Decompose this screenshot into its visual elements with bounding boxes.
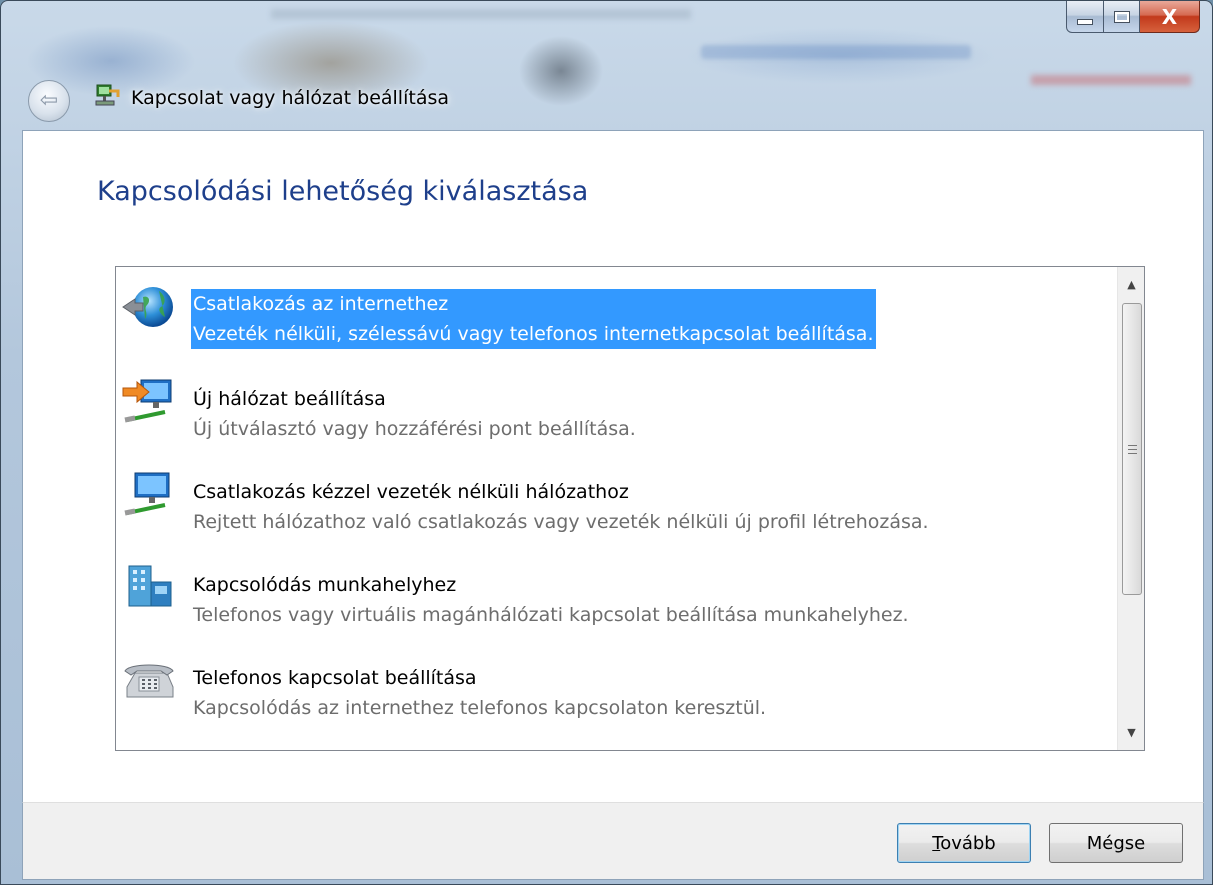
maximize-icon [1113, 10, 1130, 23]
option-title: Új hálózat beállítása [193, 388, 386, 410]
cancel-button-label: Mégse [1086, 832, 1146, 854]
option-manual-wireless[interactable]: Csatlakozás kézzel vezeték nélküli hálóz… [116, 455, 1106, 533]
cancel-button[interactable]: Mégse [1049, 823, 1183, 863]
scroll-down-button[interactable]: ▼ [1118, 719, 1144, 746]
dialog-footer: Tovább Mégse [22, 802, 1204, 880]
minimize-button[interactable] [1066, 1, 1104, 33]
option-connect-internet[interactable]: Csatlakozás az internethez Vezeték nélkü… [116, 267, 1106, 349]
close-button[interactable]: X [1140, 1, 1200, 33]
next-button[interactable]: Tovább [897, 823, 1031, 863]
option-dialup[interactable]: Telefonos kapcsolat beállítása Kapcsolód… [116, 641, 1106, 719]
scrollbar-thumb[interactable] [1122, 303, 1142, 595]
back-arrow-icon: ⇦ [39, 88, 59, 113]
option-description: Telefonos vagy virtuális magánhálózati k… [193, 604, 909, 626]
option-description: Vezeték nélküli, szélessávú vagy telefon… [191, 319, 876, 349]
background-blur [701, 45, 971, 59]
minimize-icon [1077, 18, 1093, 25]
scroll-up-button[interactable]: ▲ [1118, 271, 1144, 298]
globe-icon [122, 287, 173, 327]
wireless-network-icon [124, 472, 170, 516]
option-description: Kapcsolódás az internethez telefonos kap… [193, 697, 767, 719]
next-button-label: Tovább [932, 832, 996, 854]
option-new-network[interactable]: Új hálózat beállítása Új útválasztó vagy… [116, 362, 1106, 440]
workplace-building-icon [128, 565, 172, 607]
option-description: Új útválasztó vagy hozzáférési pont beál… [193, 418, 636, 440]
background-blur [271, 9, 691, 19]
vertical-scrollbar[interactable]: ▲ ▼ [1117, 267, 1144, 750]
window-title: Kapcsolat vagy hálózat beállítása [131, 87, 449, 109]
option-title: Csatlakozás az internethez [191, 289, 876, 319]
caption-buttons: X [1066, 1, 1200, 33]
dialog-window: X ⇦ Kapcsolat vagy hálózat beállítása Ka… [0, 0, 1213, 885]
option-description: Rejtett hálózathoz való csatlakozás vagy… [193, 511, 929, 533]
page-title: Kapcsolódási lehetőség kiválasztása [97, 176, 589, 207]
network-setup-icon [95, 84, 120, 106]
maximize-button[interactable] [1104, 1, 1140, 33]
option-title: Kapcsolódás munkahelyhez [193, 574, 457, 596]
close-icon: X [1161, 4, 1178, 29]
option-title: Csatlakozás kézzel vezeték nélküli hálóz… [193, 481, 629, 503]
option-workplace[interactable]: Kapcsolódás munkahelyhez Telefonos vagy … [116, 548, 1106, 626]
telephone-icon [124, 664, 174, 698]
new-network-icon [122, 379, 172, 423]
scroll-down-icon: ▼ [1127, 726, 1136, 739]
connection-options-list[interactable]: Csatlakozás az internethez Vezeték nélkü… [115, 266, 1145, 751]
content-panel: Kapcsolódási lehetőség kiválasztása Csat… [22, 130, 1204, 803]
background-blur [1031, 75, 1191, 85]
back-button[interactable]: ⇦ [28, 80, 70, 122]
grip-icon [1127, 444, 1137, 454]
scroll-up-icon: ▲ [1127, 278, 1136, 291]
option-title: Telefonos kapcsolat beállítása [193, 667, 477, 689]
